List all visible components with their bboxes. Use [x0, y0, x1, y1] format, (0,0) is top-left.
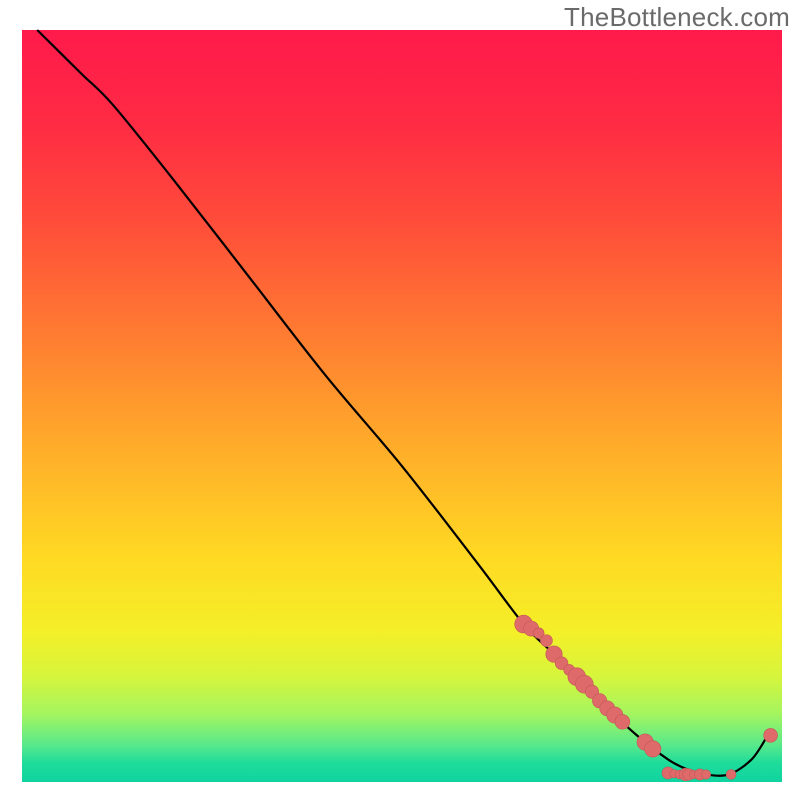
data-point-marker [615, 714, 630, 729]
bottleneck-chart [0, 0, 800, 800]
data-point-marker [726, 770, 736, 780]
data-point-marker [645, 741, 661, 757]
chart-container: TheBottleneck.com [0, 0, 800, 800]
data-point-marker [764, 728, 778, 742]
plot-background [22, 30, 782, 782]
data-point-marker [701, 770, 710, 779]
data-point-marker [540, 635, 552, 647]
